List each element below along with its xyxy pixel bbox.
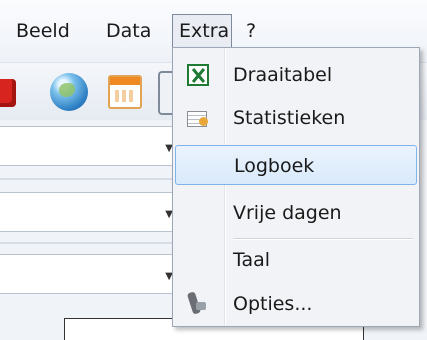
combo-field-3[interactable]: ▼ [0,254,178,294]
menu-item-label: Opties... [233,293,313,315]
menu-item-draaitabel[interactable]: Draaitabel [175,55,417,95]
combo-field-2[interactable]: ▼ [0,192,178,232]
globe-icon[interactable] [50,73,88,111]
calendar-icon[interactable] [108,75,142,109]
statistics-icon [187,109,211,129]
menu-help[interactable]: ? [240,14,262,48]
menu-data[interactable]: Data [100,14,157,48]
menu-item-logboek[interactable]: Logboek [175,145,417,185]
menu-item-label: Vrije dagen [233,202,342,224]
menu-item-label: Logboek [234,155,315,177]
options-icon [187,292,207,316]
menu-item-label: Taal [233,249,271,271]
menu-extra[interactable]: Extra [172,14,232,48]
menu-item-vrije-dagen[interactable]: Vrije dagen [175,193,417,233]
menu-item-taal[interactable]: Taal [175,240,417,280]
combo-field-1[interactable]: ▼ [0,126,178,166]
menu-item-statistieken[interactable]: Statistieken [175,98,417,138]
excel-icon [187,64,209,86]
menu-item-label: Statistieken [233,107,346,129]
extra-dropdown-menu: Draaitabel Statistieken Logboek Vrije da… [172,47,420,327]
menu-beeld[interactable]: Beeld [10,14,76,48]
menu-item-label: Draaitabel [233,64,333,86]
menu-item-opties[interactable]: Opties... [175,284,417,324]
stop-icon[interactable] [0,79,16,107]
divider [0,178,175,180]
divider [0,242,175,244]
